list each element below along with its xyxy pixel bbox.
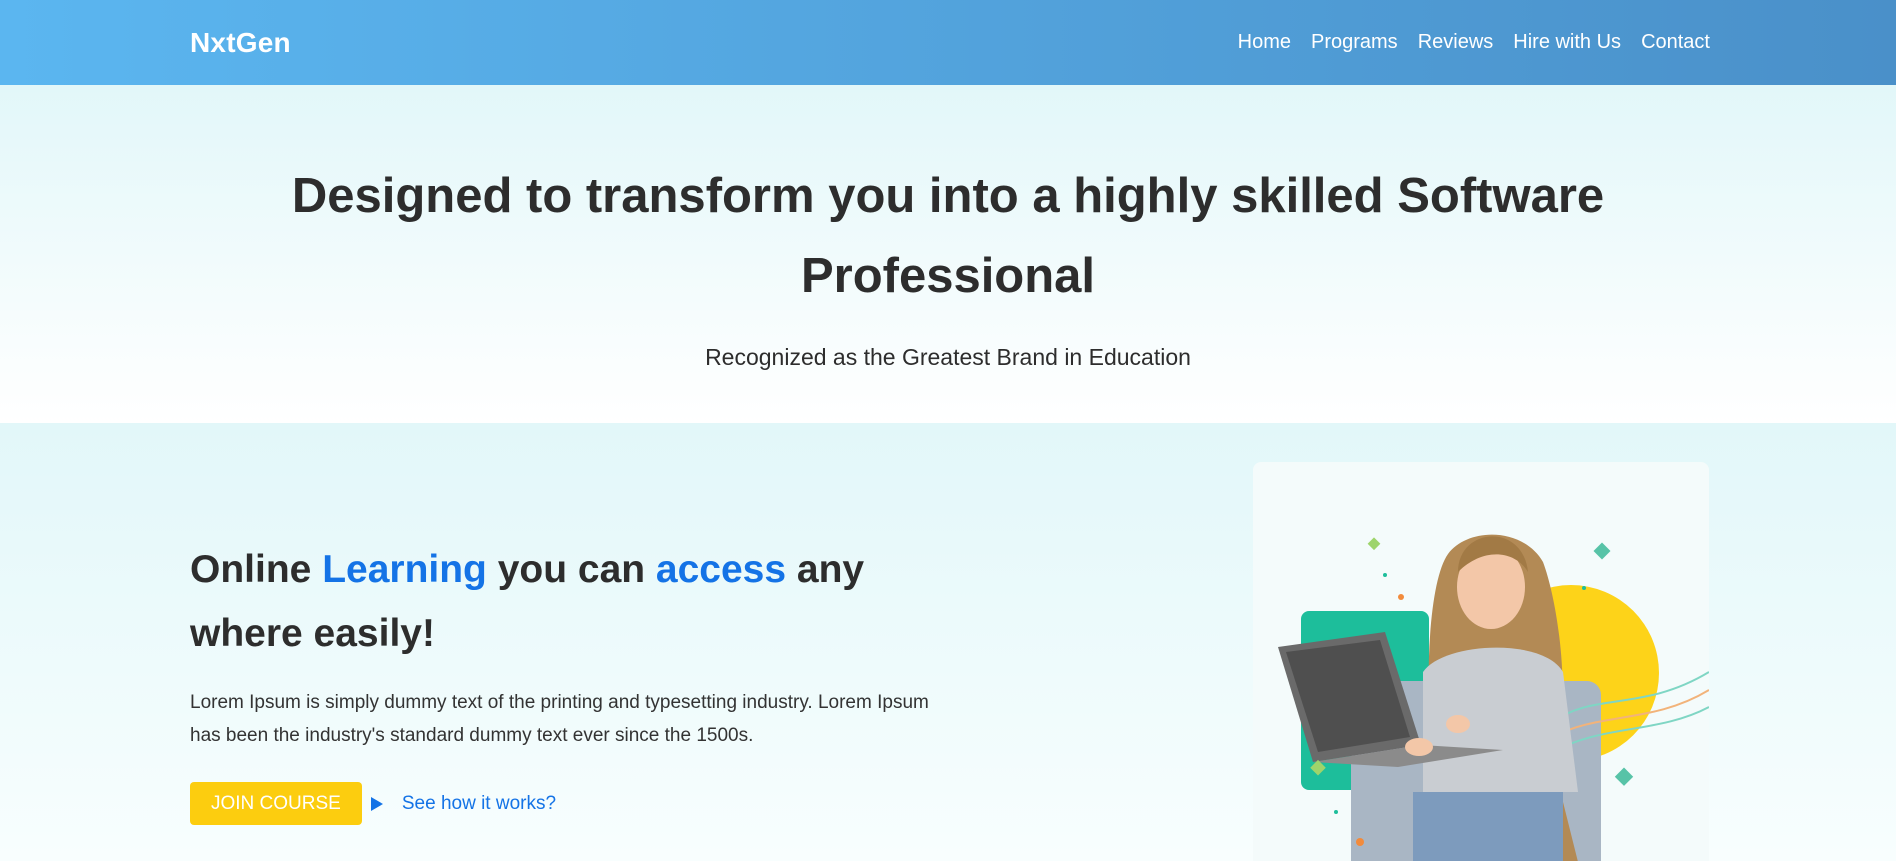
- online-learning-content: Online Learning you can access any where…: [190, 538, 950, 825]
- online-learning-description: Lorem Ipsum is simply dummy text of the …: [190, 692, 929, 746]
- nav-link-reviews[interactable]: Reviews: [1418, 31, 1494, 54]
- heading-part-online: Online: [190, 548, 323, 591]
- brand-logo[interactable]: NxtGen: [190, 27, 291, 59]
- nav-link-hire-with-us[interactable]: Hire with Us: [1513, 31, 1621, 54]
- heading-highlight-learning: Learning: [322, 548, 487, 591]
- nav-link-programs[interactable]: Programs: [1311, 31, 1398, 54]
- online-learning-section: Online Learning you can access any where…: [0, 423, 1896, 861]
- online-learning-heading: Online Learning you can access any where…: [190, 538, 950, 666]
- see-how-it-works-label: See how it works?: [401, 792, 557, 814]
- nav-links: Home Programs Reviews Hire with Us Conta…: [1238, 31, 1710, 54]
- hero-section: Designed to transform you into a highly …: [0, 85, 1896, 423]
- hero-subtitle: Recognized as the Greatest Brand in Educ…: [705, 344, 1191, 370]
- heading-highlight-access: access: [655, 548, 787, 591]
- heading-part-you-can: you can: [486, 548, 656, 591]
- play-icon: [370, 796, 383, 811]
- student-laptop-illustration: [1278, 534, 1709, 861]
- navbar: NxtGen Home Programs Reviews Hire with U…: [0, 0, 1896, 85]
- nav-link-home[interactable]: Home: [1238, 31, 1291, 54]
- cta-actions: JOIN COURSE See how it works?: [190, 782, 950, 825]
- hero-illustration: [1253, 462, 1709, 861]
- see-how-it-works-link[interactable]: See how it works?: [370, 792, 557, 815]
- nav-link-contact[interactable]: Contact: [1641, 31, 1710, 54]
- join-course-button[interactable]: JOIN COURSE: [190, 782, 362, 825]
- hero-title: Designed to transform you into a highly …: [291, 169, 1605, 303]
